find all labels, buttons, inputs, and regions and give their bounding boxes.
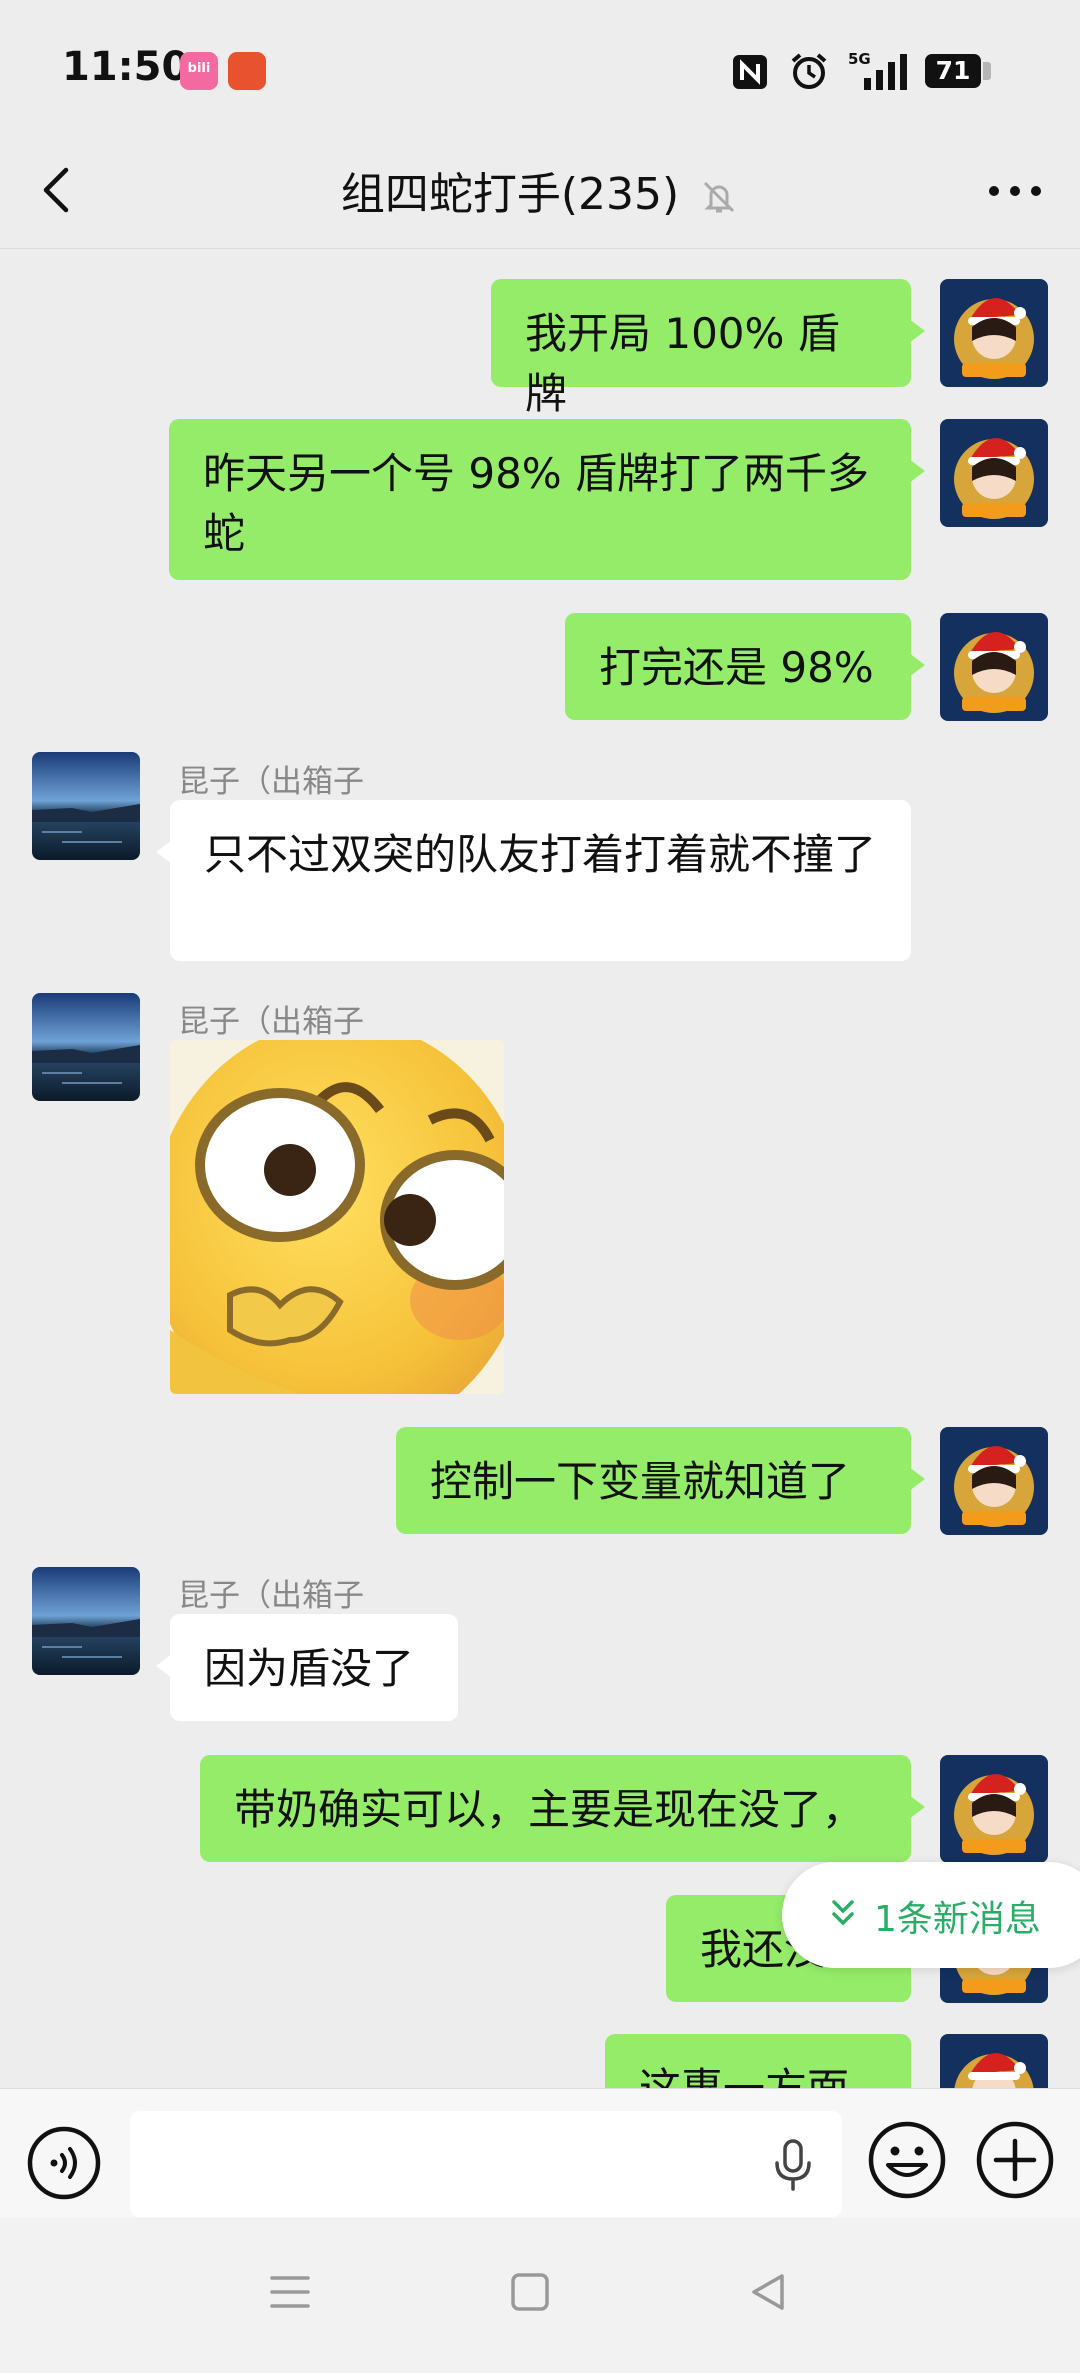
more-dots-icon — [989, 186, 1041, 196]
plus-circle-icon — [976, 2121, 1054, 2199]
message-bubble-out[interactable]: 带奶确实可以，主要是现在没了， — [200, 1755, 925, 1862]
home-button[interactable] — [508, 2270, 552, 2318]
system-nav-bar — [0, 2218, 1080, 2373]
input-bar — [0, 2088, 1080, 2219]
plus-button[interactable] — [974, 2119, 1056, 2205]
avatar[interactable] — [32, 752, 140, 860]
avatar[interactable] — [940, 419, 1048, 527]
notification-app-icon — [228, 52, 266, 90]
sender-avatar-image — [32, 993, 140, 1101]
message-bubble-out[interactable]: 昨天另一个号 98% 盾牌打了两千多蛇 — [169, 419, 925, 580]
double-chevron-down-icon — [832, 1900, 854, 1926]
my-avatar-image — [940, 279, 1048, 387]
new-message-label: 1条新消息 — [874, 1899, 1041, 1940]
battery-icon: 71 — [925, 54, 981, 88]
chat-header: 组四蛇打手(235) — [0, 130, 1080, 249]
alarm-icon — [791, 53, 827, 89]
more-button[interactable] — [980, 160, 1050, 220]
microphone-button[interactable] — [770, 2137, 816, 2197]
chat-title[interactable]: 组四蛇打手(235) — [341, 158, 679, 222]
message-bubble-in[interactable]: 只不过双突的队友打着打着就不撞了 — [156, 800, 911, 961]
emoji-icon — [868, 2121, 946, 2199]
bilibili-icon: bili — [180, 52, 218, 90]
avatar[interactable] — [32, 1567, 140, 1675]
new-message-button[interactable]: 1条新消息 — [782, 1862, 1080, 1968]
avatar[interactable] — [32, 993, 140, 1101]
menu-icon — [270, 2276, 310, 2308]
sender-name: 昆子（出箱子 — [178, 764, 364, 800]
back-triangle-icon — [752, 2274, 784, 2310]
my-avatar-image — [940, 613, 1048, 721]
menu-button[interactable] — [268, 2270, 312, 2318]
message-bubble-in[interactable]: 因为盾没了 — [156, 1614, 458, 1721]
avatar[interactable] — [940, 1755, 1048, 1863]
chat-title-wrap: 组四蛇打手(235) — [0, 158, 1080, 222]
my-avatar-image — [940, 1427, 1048, 1535]
message-bubble-out[interactable]: 我开局 100% 盾牌 — [491, 279, 925, 418]
sender-avatar-image — [32, 752, 140, 860]
sender-avatar-image — [32, 1567, 140, 1675]
sender-name: 昆子（出箱子 — [178, 1578, 364, 1614]
nfc-icon — [733, 55, 767, 89]
status-time: 11:50 — [62, 44, 190, 90]
sticker-image — [170, 1040, 504, 1394]
emoji-button[interactable] — [866, 2119, 948, 2205]
system-back-button[interactable] — [746, 2270, 790, 2318]
home-square-icon — [511, 2273, 549, 2311]
avatar[interactable] — [940, 613, 1048, 721]
my-avatar-image — [940, 419, 1048, 527]
bell-off-icon — [704, 181, 735, 213]
sender-name: 昆子（出箱子 — [178, 1004, 364, 1040]
message-input[interactable] — [130, 2111, 842, 2217]
avatar[interactable] — [940, 1427, 1048, 1535]
my-avatar-image — [940, 1755, 1048, 1863]
voice-mode-icon — [27, 2126, 101, 2200]
message-bubble-out[interactable]: 控制一下变量就知道了 — [396, 1427, 925, 1534]
status-bar: 11:50 bili 5G 71 — [0, 0, 1080, 130]
voice-mode-button[interactable] — [26, 2125, 102, 2205]
avatar[interactable] — [940, 279, 1048, 387]
microphone-icon — [775, 2139, 811, 2191]
signal-5g-icon — [864, 54, 907, 90]
yellow-face-sticker[interactable] — [170, 1040, 504, 1394]
battery-tip — [983, 62, 991, 80]
message-bubble-out[interactable]: 打完还是 98% — [565, 613, 925, 720]
